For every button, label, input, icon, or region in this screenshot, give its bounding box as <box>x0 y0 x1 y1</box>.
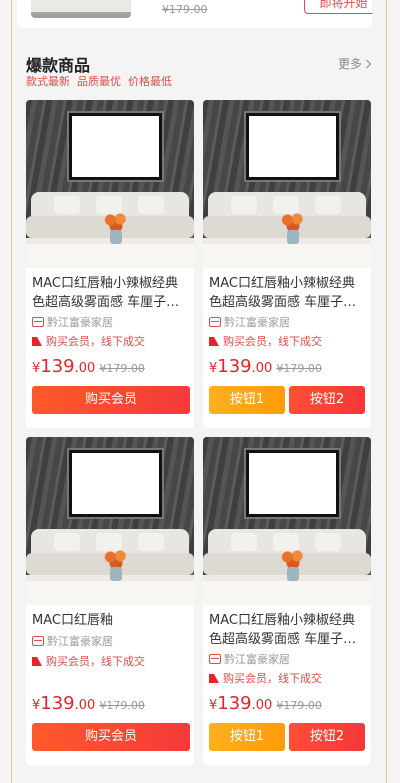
store-name: 黔江富豪家居 <box>32 633 113 649</box>
store-name: 黔江富豪家居 <box>32 314 113 330</box>
price: ¥139.00 ¥179.00 <box>32 356 145 377</box>
product-card[interactable]: MAC口红唇釉小辣椒经典色超高级雾面感 车厘子… 黔江富豪家居 购买会员，线下成… <box>203 437 371 765</box>
flag-icon <box>32 657 42 666</box>
product-image[interactable] <box>26 437 194 605</box>
promo-label: 购买会员，线下成交 <box>223 672 322 685</box>
price-decimal: .00 <box>74 361 96 376</box>
price-integer: 139 <box>40 693 75 714</box>
store-name: 黔江富豪家居 <box>209 314 290 330</box>
coming-soon-button[interactable]: 即将开始 <box>304 0 372 14</box>
price-integer: 139 <box>40 356 75 377</box>
section-tags: 款式最新 品质最优 价格最低 <box>26 73 179 89</box>
promo-text: 购买会员，线下成交 <box>32 333 145 349</box>
store-label: 黔江富豪家居 <box>224 316 290 329</box>
original-price: ¥179.00 <box>276 699 322 712</box>
price: ¥139.00 ¥179.00 <box>209 356 322 377</box>
promo-text: 购买会员，线下成交 <box>32 653 145 669</box>
price-decimal: .00 <box>251 698 273 713</box>
more-label: 更多 <box>338 57 363 71</box>
original-price: ¥179.00 <box>162 3 208 16</box>
store-icon <box>32 636 44 646</box>
price: ¥139.00 ¥179.00 <box>209 693 322 714</box>
original-price: ¥179.00 <box>99 362 145 375</box>
product-title[interactable]: MAC口红唇釉小辣椒经典色超高级雾面感 车厘子… <box>209 611 367 649</box>
product-card[interactable]: MAC口红唇釉小辣椒经典色超高级雾面感 车厘子… 黔江富豪家居 购买会员，线下成… <box>203 100 371 428</box>
button-2[interactable]: 按钮2 <box>289 723 365 751</box>
store-label: 黔江富豪家居 <box>47 635 113 648</box>
product-card[interactable]: MAC口红唇釉 黔江富豪家居 购买会员，线下成交 ¥139.00 ¥179.00 … <box>26 437 194 765</box>
more-link[interactable]: 更多 <box>338 55 372 72</box>
button-1[interactable]: 按钮1 <box>209 723 285 751</box>
flag-icon <box>209 674 219 683</box>
promo-text: 购买会员，线下成交 <box>209 333 322 349</box>
original-price: ¥179.00 <box>276 362 322 375</box>
promo-label: 购买会员，线下成交 <box>223 335 322 348</box>
buy-membership-button[interactable]: 购买会员 <box>32 386 190 414</box>
promo-label: 购买会员，线下成交 <box>46 655 145 668</box>
store-label: 黔江富豪家居 <box>224 653 290 666</box>
tag: 价格最低 <box>128 75 172 88</box>
store-icon <box>209 317 221 327</box>
product-title[interactable]: MAC口红唇釉小辣椒经典色超高级雾面感 车厘子… <box>209 274 367 312</box>
price: ¥139.00 ¥179.00 <box>32 693 145 714</box>
buy-membership-button[interactable]: 购买会员 <box>32 723 190 751</box>
chevron-right-icon <box>362 59 372 69</box>
price-integer: 139 <box>217 693 252 714</box>
price-decimal: .00 <box>74 698 96 713</box>
product-image[interactable] <box>31 0 131 18</box>
button-2[interactable]: 按钮2 <box>289 386 365 414</box>
promo-label: 购买会员，线下成交 <box>46 335 145 348</box>
button-1[interactable]: 按钮1 <box>209 386 285 414</box>
product-image[interactable] <box>26 100 194 268</box>
product-image[interactable] <box>203 100 371 268</box>
product-card[interactable]: MAC口红唇釉小辣椒经典色超高级雾面感 车厘子… 黔江富豪家居 购买会员，线下成… <box>26 100 194 428</box>
store-icon <box>32 317 44 327</box>
flag-icon <box>32 337 42 346</box>
store-icon <box>209 654 221 664</box>
store-name: 黔江富豪家居 <box>209 651 290 667</box>
store-label: 黔江富豪家居 <box>47 316 113 329</box>
flag-icon <box>209 337 219 346</box>
product-image[interactable] <box>203 437 371 605</box>
promo-text: 购买会员，线下成交 <box>209 670 322 686</box>
original-price: ¥179.00 <box>99 699 145 712</box>
price-decimal: .00 <box>251 361 273 376</box>
tag: 款式最新 <box>26 75 70 88</box>
tag: 品质最优 <box>77 75 121 88</box>
product-title[interactable]: MAC口红唇釉 <box>32 611 190 630</box>
price-integer: 139 <box>217 356 252 377</box>
previous-product-card[interactable]: ¥179.00 即将开始 <box>17 0 372 28</box>
product-title[interactable]: MAC口红唇釉小辣椒经典色超高级雾面感 车厘子… <box>32 274 190 312</box>
